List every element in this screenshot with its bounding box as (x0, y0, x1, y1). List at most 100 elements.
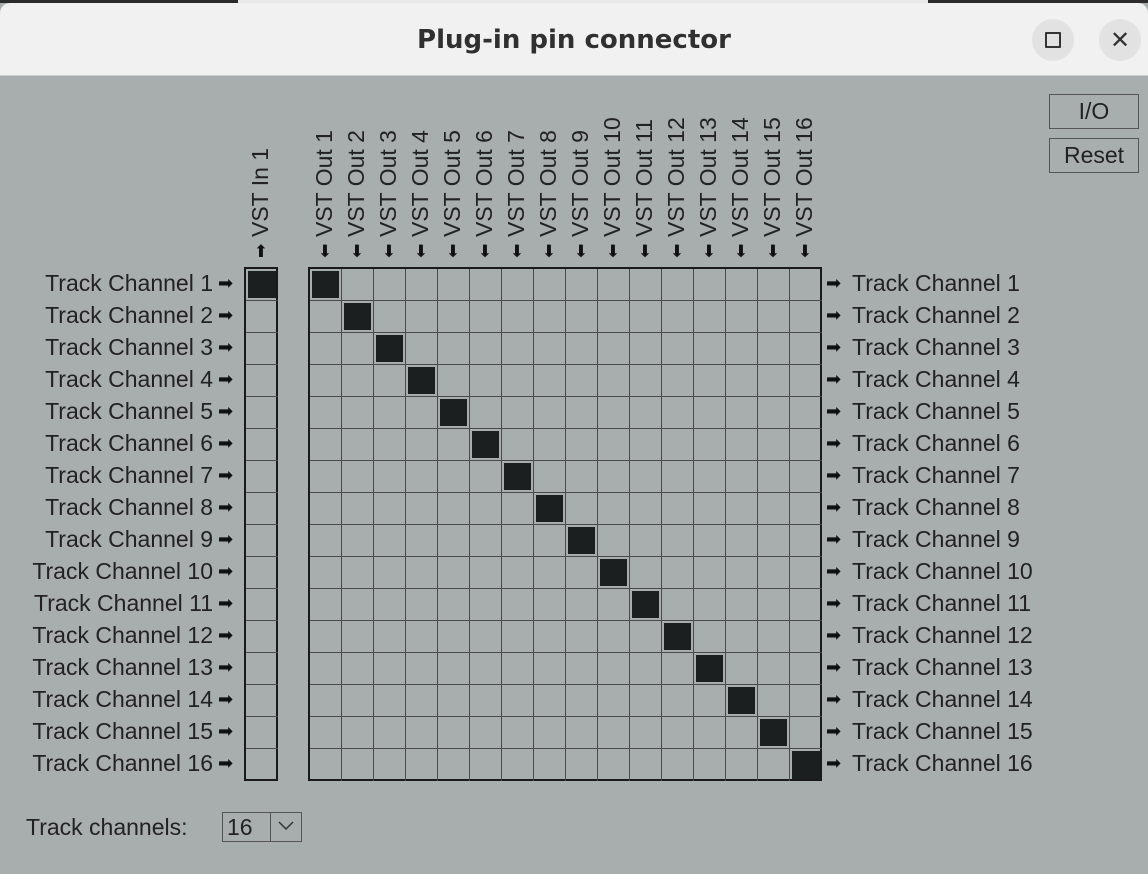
output-pin-cell[interactable] (374, 493, 406, 525)
output-pin-cell[interactable] (566, 461, 598, 493)
output-pin-cell[interactable] (310, 365, 342, 397)
output-pin-cell[interactable] (694, 301, 726, 333)
output-pin-cell[interactable] (662, 685, 694, 717)
output-pin-cell[interactable] (310, 301, 342, 333)
output-pin-cell[interactable] (342, 685, 374, 717)
output-pin-cell[interactable] (758, 269, 790, 301)
output-pin-cell[interactable] (662, 269, 694, 301)
output-pin-cell[interactable] (726, 333, 758, 365)
output-pin-cell[interactable] (502, 717, 534, 749)
output-pin-cell[interactable] (470, 621, 502, 653)
output-pin-cell[interactable] (534, 429, 566, 461)
output-pin-cell[interactable] (374, 685, 406, 717)
output-pin-cell[interactable] (502, 493, 534, 525)
output-pin-cell[interactable] (662, 493, 694, 525)
output-pin-cell[interactable] (566, 493, 598, 525)
output-pin-cell[interactable] (726, 525, 758, 557)
output-pin-cell[interactable] (502, 685, 534, 717)
output-pin-cell[interactable] (694, 493, 726, 525)
output-pin-cell[interactable] (758, 621, 790, 653)
output-pin-cell[interactable] (566, 333, 598, 365)
output-pin-cell[interactable] (406, 301, 438, 333)
output-pin-cell[interactable] (374, 653, 406, 685)
output-pin-cell[interactable] (374, 749, 406, 781)
output-pin-cell[interactable] (662, 397, 694, 429)
output-pin-cell[interactable] (630, 333, 662, 365)
output-pin-cell[interactable] (438, 429, 470, 461)
output-pin-cell[interactable] (790, 557, 822, 589)
output-pin-cell[interactable] (758, 685, 790, 717)
output-pin-cell[interactable] (470, 557, 502, 589)
output-pin-cell[interactable] (342, 717, 374, 749)
output-pin-cell[interactable] (342, 301, 374, 333)
output-pin-cell[interactable] (406, 589, 438, 621)
output-pin-cell[interactable] (598, 301, 630, 333)
output-pin-cell[interactable] (726, 365, 758, 397)
output-pin-cell[interactable] (694, 461, 726, 493)
output-pin-cell[interactable] (342, 269, 374, 301)
output-pin-cell[interactable] (470, 493, 502, 525)
output-pin-cell[interactable] (566, 429, 598, 461)
output-pin-cell[interactable] (470, 269, 502, 301)
output-pin-cell[interactable] (502, 461, 534, 493)
output-pin-cell[interactable] (630, 301, 662, 333)
output-pin-cell[interactable] (342, 333, 374, 365)
output-pin-cell[interactable] (758, 589, 790, 621)
output-pin-cell[interactable] (534, 301, 566, 333)
output-pin-cell[interactable] (694, 557, 726, 589)
output-pin-cell[interactable] (310, 621, 342, 653)
output-pin-cell[interactable] (790, 397, 822, 429)
input-pin-cell[interactable] (246, 621, 278, 653)
output-pin-cell[interactable] (662, 653, 694, 685)
output-pin-cell[interactable] (726, 461, 758, 493)
output-pin-cell[interactable] (694, 653, 726, 685)
output-pin-cell[interactable] (694, 525, 726, 557)
output-pin-cell[interactable] (310, 717, 342, 749)
output-pin-cell[interactable] (630, 621, 662, 653)
output-pin-cell[interactable] (342, 589, 374, 621)
output-pin-cell[interactable] (534, 685, 566, 717)
output-pin-cell[interactable] (310, 749, 342, 781)
output-pin-cell[interactable] (662, 621, 694, 653)
output-pin-cell[interactable] (438, 365, 470, 397)
output-pin-cell[interactable] (566, 525, 598, 557)
input-pin-cell[interactable] (246, 493, 278, 525)
output-pin-cell[interactable] (438, 493, 470, 525)
output-pin-cell[interactable] (694, 749, 726, 781)
output-pin-cell[interactable] (502, 269, 534, 301)
output-pin-cell[interactable] (758, 365, 790, 397)
output-pin-cell[interactable] (502, 557, 534, 589)
output-pin-cell[interactable] (438, 397, 470, 429)
output-pin-cell[interactable] (630, 557, 662, 589)
output-pin-cell[interactable] (438, 717, 470, 749)
output-pin-cell[interactable] (406, 749, 438, 781)
output-pin-cell[interactable] (534, 717, 566, 749)
output-pin-cell[interactable] (726, 653, 758, 685)
input-pin-cell[interactable] (246, 365, 278, 397)
output-pin-cell[interactable] (694, 717, 726, 749)
output-pin-cell[interactable] (630, 493, 662, 525)
output-pin-cell[interactable] (374, 717, 406, 749)
output-pin-cell[interactable] (534, 397, 566, 429)
output-pin-cell[interactable] (310, 429, 342, 461)
output-pin-cell[interactable] (566, 269, 598, 301)
input-pin-cell[interactable] (246, 653, 278, 685)
output-pin-cell[interactable] (598, 749, 630, 781)
output-pin-cell[interactable] (470, 749, 502, 781)
output-pin-cell[interactable] (470, 397, 502, 429)
output-pin-cell[interactable] (342, 493, 374, 525)
output-pin-cell[interactable] (470, 589, 502, 621)
output-pin-cell[interactable] (790, 749, 822, 781)
input-pin-cell[interactable] (246, 333, 278, 365)
input-pin-cell[interactable] (246, 525, 278, 557)
output-pin-cell[interactable] (502, 365, 534, 397)
output-pin-cell[interactable] (438, 525, 470, 557)
output-pin-cell[interactable] (470, 429, 502, 461)
output-pin-cell[interactable] (694, 365, 726, 397)
output-pin-cell[interactable] (374, 333, 406, 365)
output-pin-cell[interactable] (598, 429, 630, 461)
output-pin-cell[interactable] (630, 525, 662, 557)
output-pin-cell[interactable] (470, 461, 502, 493)
output-pin-cell[interactable] (342, 365, 374, 397)
input-pin-cell[interactable] (246, 749, 278, 781)
